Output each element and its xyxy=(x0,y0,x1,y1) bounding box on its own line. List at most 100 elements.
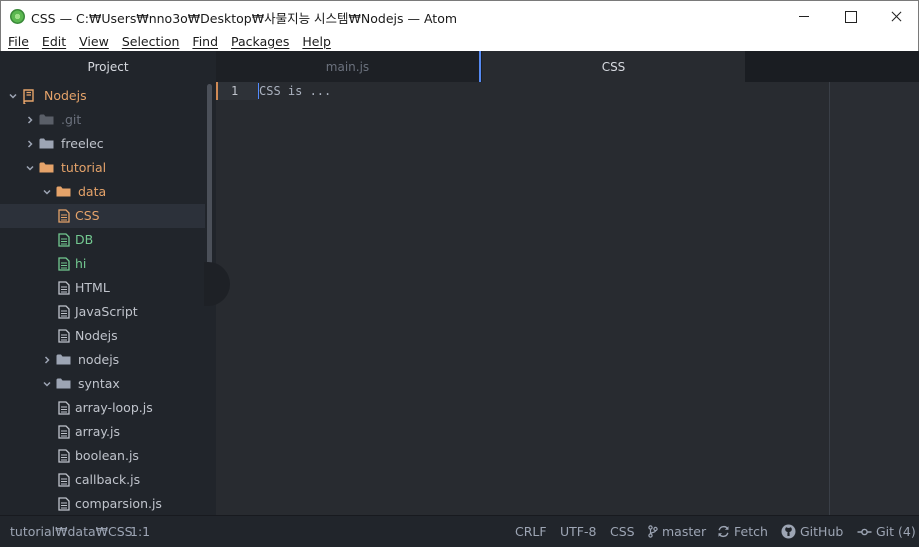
tree-file-item[interactable]: DB xyxy=(0,228,205,252)
tree-folder-item[interactable]: .git xyxy=(0,108,205,132)
tab-main-js[interactable]: main.js xyxy=(216,51,481,82)
menu-edit[interactable]: Edit xyxy=(42,34,66,49)
status-git[interactable]: Git (4) xyxy=(857,524,916,539)
tree-file-item[interactable]: CSS xyxy=(0,204,205,228)
file-text-icon xyxy=(58,281,70,298)
tree-item-label: Nodejs xyxy=(44,88,87,103)
tree-file-item[interactable]: callback.js xyxy=(0,468,205,492)
line-number: 1 xyxy=(231,84,239,98)
menu-packages[interactable]: Packages xyxy=(231,34,289,49)
tree-scrollbar[interactable] xyxy=(207,84,212,272)
tree-folder-item[interactable]: freelec xyxy=(0,132,205,156)
tree-item-label: DB xyxy=(75,232,94,247)
status-branch[interactable]: master xyxy=(648,524,706,539)
editor-overflow-area xyxy=(830,82,919,515)
chevron-down-icon[interactable] xyxy=(43,188,51,196)
status-fetch[interactable]: Fetch xyxy=(717,524,768,539)
folder-icon xyxy=(56,377,71,393)
editor-pane[interactable]: 1 CSS is ... xyxy=(216,82,919,515)
folder-icon xyxy=(39,161,54,177)
github-icon xyxy=(781,524,796,539)
tree-item-label: array-loop.js xyxy=(75,400,153,415)
tree-file-item[interactable]: hi xyxy=(0,252,205,276)
status-line-ending[interactable]: CRLF xyxy=(515,524,547,539)
tree-item-label: hi xyxy=(75,256,87,271)
tree-folder-item[interactable]: nodejs xyxy=(0,348,205,372)
tree-item-label: callback.js xyxy=(75,472,141,487)
tree-item-label: array.js xyxy=(75,424,120,439)
tree-file-item[interactable]: JavaScript xyxy=(0,300,205,324)
chevron-down-icon[interactable] xyxy=(9,92,17,100)
folder-icon xyxy=(39,137,54,153)
tree-folder-item[interactable]: data xyxy=(0,180,205,204)
status-bar: tutorial₩data₩CSS 1:1 CRLF UTF-8 CSS mas… xyxy=(0,515,919,547)
tree-file-item[interactable]: boolean.js xyxy=(0,444,205,468)
file-text-icon xyxy=(58,401,70,418)
tree-folder-item[interactable]: syntax xyxy=(0,372,205,396)
close-button[interactable] xyxy=(873,1,919,31)
menu-find[interactable]: Find xyxy=(192,34,218,49)
git-label: Git (4) xyxy=(876,524,916,539)
repo-icon xyxy=(22,89,35,107)
tree-file-item[interactable]: comparsion.js xyxy=(0,492,205,515)
status-cursor-position[interactable]: 1:1 xyxy=(130,524,150,539)
tree-item-label: syntax xyxy=(78,376,120,391)
fetch-label: Fetch xyxy=(734,524,768,539)
status-file-path[interactable]: tutorial₩data₩CSS xyxy=(10,524,133,539)
tab-css[interactable]: CSS xyxy=(482,51,745,82)
chevron-down-icon[interactable] xyxy=(43,380,51,388)
chevron-right-icon[interactable] xyxy=(26,140,34,148)
folder-icon xyxy=(56,185,71,201)
status-encoding[interactable]: UTF-8 xyxy=(560,524,596,539)
chevron-down-icon[interactable] xyxy=(26,164,34,172)
file-text-icon xyxy=(58,473,70,490)
file-text-icon xyxy=(58,449,70,466)
tree-item-label: Nodejs xyxy=(75,328,118,343)
file-text-icon xyxy=(58,257,70,274)
menu-file[interactable]: File xyxy=(8,34,29,49)
folder-icon xyxy=(39,113,54,129)
file-text-icon xyxy=(58,233,70,250)
tree-file-item[interactable]: HTML xyxy=(0,276,205,300)
tree-item-label: nodejs xyxy=(78,352,120,367)
tab-project[interactable]: Project xyxy=(0,51,216,82)
tree-item-label: CSS xyxy=(75,208,100,223)
branch-label: master xyxy=(662,524,707,539)
github-label: GitHub xyxy=(800,524,844,539)
status-grammar[interactable]: CSS xyxy=(610,524,635,539)
sync-icon xyxy=(718,525,729,538)
tree-item-label: .git xyxy=(61,112,82,127)
file-text-icon xyxy=(58,425,70,442)
menu-bar: File Edit View Selection Find Packages H… xyxy=(0,31,919,51)
maximize-button[interactable] xyxy=(827,1,873,31)
tree-item-label: boolean.js xyxy=(75,448,139,463)
tree-file-item[interactable]: array-loop.js xyxy=(0,396,205,420)
status-github[interactable]: GitHub xyxy=(781,524,843,539)
file-text-icon xyxy=(58,497,70,514)
folder-icon xyxy=(56,353,71,369)
file-text-icon xyxy=(58,329,70,346)
project-tree: Nodejs .git freelec tutorial data CSS DB hi HTML… xyxy=(0,82,216,515)
tree-folder-item[interactable]: tutorial xyxy=(0,156,205,180)
tree-item-label: HTML xyxy=(75,280,110,295)
tree-item-label: data xyxy=(78,184,107,199)
gutter-active-line: 1 xyxy=(216,82,258,100)
git-commit-icon xyxy=(857,528,872,535)
menu-help[interactable]: Help xyxy=(302,34,331,49)
window-title: CSS — C:₩Users₩nno3o₩Desktop₩사물지능 시스템₩No… xyxy=(31,11,458,26)
tree-folder-item[interactable]: Nodejs xyxy=(0,84,205,108)
file-text-icon xyxy=(58,209,70,226)
minimize-button[interactable] xyxy=(781,1,827,31)
tree-item-label: JavaScript xyxy=(75,304,138,319)
chevron-right-icon[interactable] xyxy=(26,116,34,124)
menu-selection[interactable]: Selection xyxy=(122,34,180,49)
chevron-right-icon[interactable] xyxy=(43,356,51,364)
atom-logo-icon xyxy=(10,9,25,24)
menu-view[interactable]: View xyxy=(79,34,109,49)
tree-file-item[interactable]: array.js xyxy=(0,420,205,444)
file-text-icon xyxy=(58,305,70,322)
tree-item-label: comparsion.js xyxy=(75,496,162,511)
code-line[interactable]: CSS is ... xyxy=(259,84,331,98)
tree-file-item[interactable]: Nodejs xyxy=(0,324,205,348)
title-bar: CSS — C:₩Users₩nno3o₩Desktop₩사물지능 시스템₩No… xyxy=(0,0,919,31)
